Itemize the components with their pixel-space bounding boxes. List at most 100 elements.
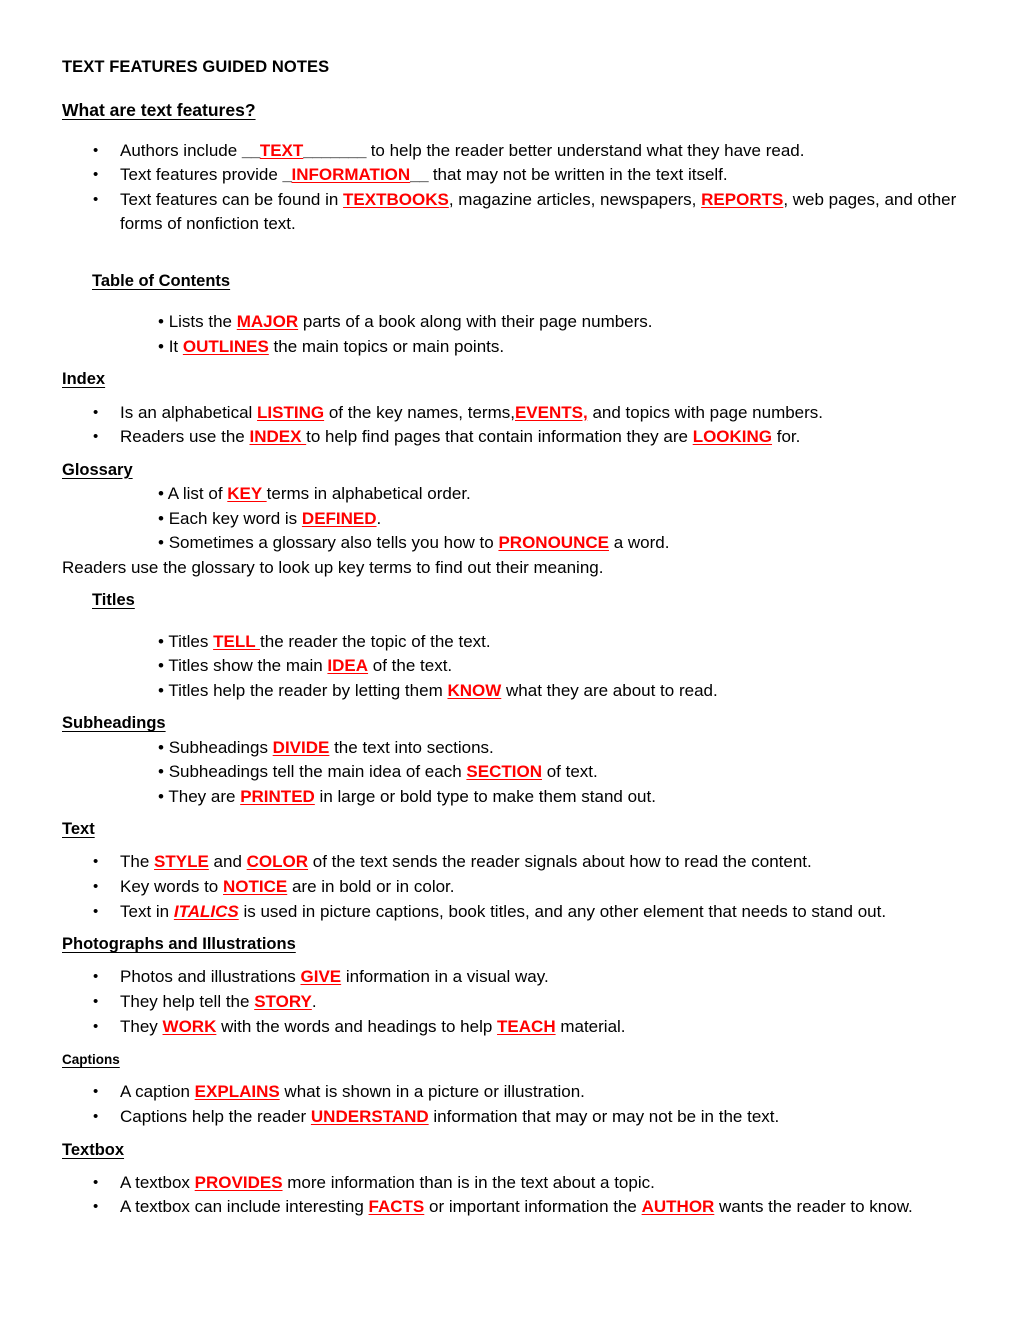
line-text: Key words to [120,877,223,897]
line-text: and [208,852,247,872]
section-heading-row: Table of Contents [62,270,962,293]
bullet-marker: • [93,853,99,871]
line-text: of the text. [368,656,453,676]
intro-bullet-list: • Authors include __TEXT_______ to help t… [62,139,962,237]
line-text: Sometimes a glossary also tells you how … [168,533,499,553]
bullet-marker: • [93,190,99,208]
bullet-item: • A caption EXPLAINS what is shown in a p… [62,1080,962,1105]
bullet-marker: • [93,166,99,184]
bullet-marker: • [158,508,169,528]
line-text: Readers use the glossary to look up key … [62,557,604,577]
answer-word: IDEA [327,656,369,676]
section-heading-row: Subheadings [62,712,962,735]
line-text: A textbox [120,1172,195,1192]
line-text: Photos and illustrations [120,967,301,987]
blank-line: __ [410,165,429,185]
document-content: TEXT FEATURES GUIDED NOTES What are text… [62,58,962,1220]
bullet-marker: • [158,656,169,676]
blank-line: __ [241,140,260,160]
answer-word: INDEX [249,427,307,447]
section-heading-row: Index [62,368,962,391]
bullet-marker: • [158,762,169,782]
line-text: , magazine articles, newspapers, [448,189,702,209]
line-text: to help the reader better understand wha… [365,140,805,160]
bullet-marker: • [93,993,99,1011]
line-text: Titles [168,631,214,651]
intro-heading: What are text features? [62,99,256,120]
line-text: or important information the [424,1197,642,1217]
section-heading-row: Titles [62,589,962,612]
sub-bullet-item: • Sometimes a glossary also tells you ho… [62,531,962,556]
section-heading: Index [62,370,106,389]
line-text: the text into sections. [329,737,494,757]
line-text: It [168,336,183,356]
line-text: A textbox can include interesting [120,1197,369,1217]
line-text: of the text sends the reader signals abo… [308,852,812,872]
line-text: and topics with page numbers. [587,402,824,422]
bullet-item: • Text in ITALICS is used in picture capt… [62,900,962,925]
bullet-item: • Readers use the INDEX to help find page… [62,425,962,450]
line-text: Text features provide [120,165,283,185]
sub-bullet-item: • It OUTLINES the main topics or main po… [62,335,962,360]
bullet-marker: • [93,1083,99,1101]
bullet-marker: • [158,312,169,332]
answer-word: NOTICE [223,877,288,897]
bullet-marker: • [93,141,99,159]
line-text: Text in [120,901,174,921]
intro-bullet-item: • Text features provide _INFORMATION__ th… [62,163,962,188]
answer-word: KEY [227,483,267,503]
line-text: the main topics or main points. [268,336,505,356]
line-text: of text. [541,762,598,782]
answer-word: LOOKING [692,427,773,447]
bullet-marker: • [93,403,99,421]
answer-word: AUTHOR [641,1197,715,1217]
bullet-item: • A textbox can include interesting FACTS… [62,1195,962,1220]
answer-word: TELL [213,631,261,651]
section-heading-row: Captions [62,1048,962,1071]
line-text: Lists the [168,312,237,332]
section-heading-row: Textbox [62,1139,962,1162]
answer-word: INFORMATION [291,165,411,185]
section-heading-row: Glossary [62,459,962,482]
answer-word: TEACH [497,1016,556,1036]
line-text: They are [168,786,241,806]
line-text: A caption [120,1082,195,1102]
answer-word: PRINTED [240,786,315,806]
bullet-marker: • [93,1173,99,1191]
line-text: Subheadings [168,737,273,757]
answer-word: MAJOR [236,312,299,332]
page-title: TEXT FEATURES GUIDED NOTES [62,58,330,76]
plain-line: Readers use the glossary to look up key … [62,556,962,581]
answer-word: DIVIDE [272,737,330,757]
bullet-item: • Photos and illustrations GIVE informati… [62,965,962,990]
bullet-item: • A textbox PROVIDES more information tha… [62,1171,962,1196]
answer-word: PROVIDES [194,1172,283,1192]
document-page: TEXT FEATURES GUIDED NOTES What are text… [0,0,1020,1320]
answer-word: REPORTS [701,189,784,209]
bullet-item: • They WORK with the words and headings t… [62,1015,962,1040]
line-text: the reader the topic of the text. [260,631,491,651]
line-text: Each key word is [168,508,302,528]
line-text: . [376,508,382,528]
bullet-marker: • [158,680,169,700]
bullet-marker: • [93,902,99,920]
line-text: terms in alphabetical order. [266,483,471,503]
section-heading: Glossary [62,460,133,479]
sub-bullet-item: • Each key word is DEFINED. [62,507,962,532]
line-text: of the key names, terms, [324,402,515,422]
bullet-marker: • [93,968,99,986]
line-text: information that may or may not be in th… [428,1107,780,1127]
blank-line: _______ [303,140,366,160]
line-text: that may not be written in the text itse… [428,165,728,185]
answer-word: EVENTS, [514,402,588,422]
bullet-marker: • [93,878,99,896]
answer-word: UNDERSTAND [310,1107,429,1127]
sub-bullet-item: • They are PRINTED in large or bold type… [62,785,962,810]
